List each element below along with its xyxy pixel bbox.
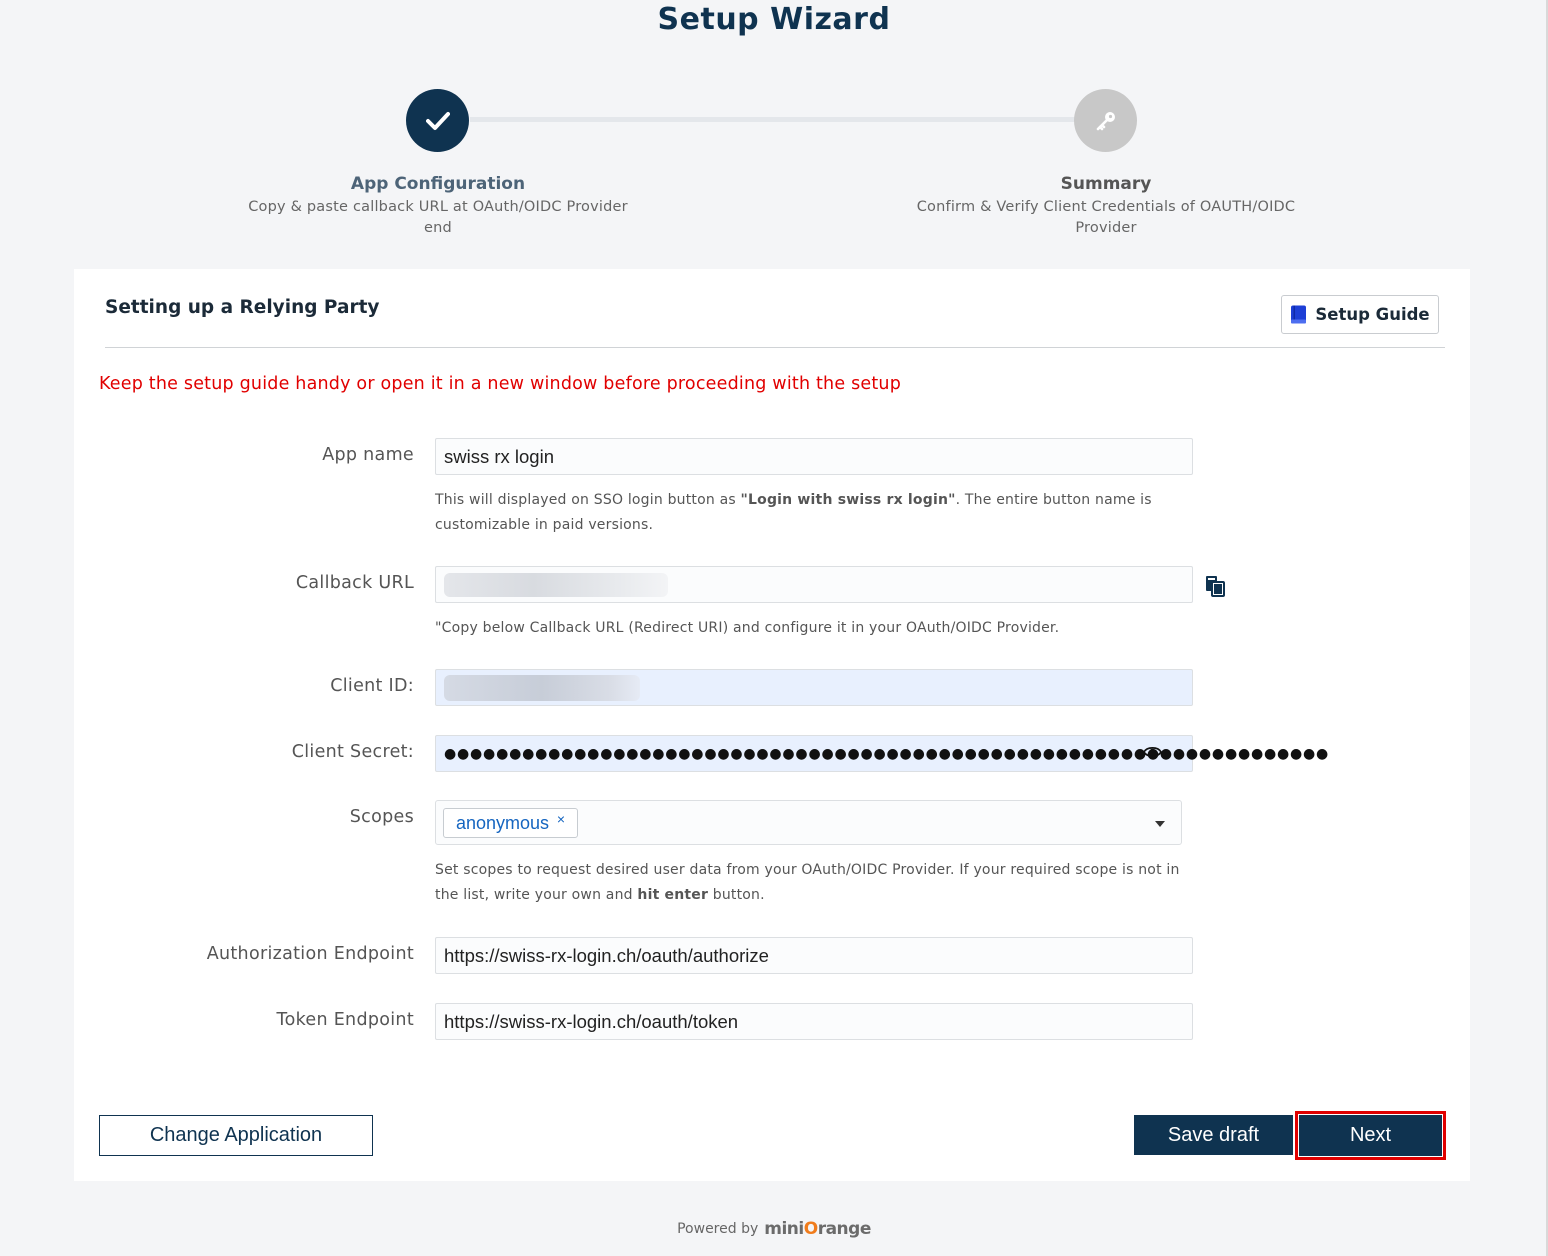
client-secret-input[interactable]: ●●●●●●●●●●●●●●●●●●●●●●●●●●●●●●●●●●●●●●●●… xyxy=(435,735,1328,772)
authorization-endpoint-label: Authorization Endpoint xyxy=(206,944,414,964)
app-name-value: swiss rx login xyxy=(444,445,554,467)
remove-scope-icon[interactable]: × xyxy=(557,811,565,827)
app-name-input[interactable]: swiss rx login xyxy=(435,438,1193,475)
step-2-description: Confirm & Verify Client Credentials of O… xyxy=(916,199,1296,236)
client-secret-masked: ●●●●●●●●●●●●●●●●●●●●●●●●●●●●●●●●●●●●●●●●… xyxy=(444,745,1330,762)
token-endpoint-value: https://swiss-rx-login.ch/oauth/token xyxy=(444,1010,739,1032)
next-button[interactable]: Next xyxy=(1299,1115,1442,1156)
app-name-help-bold: "Login with swiss rx login" xyxy=(740,492,956,508)
client-id-label: Client ID: xyxy=(330,676,414,696)
setup-warning: Keep the setup guide handy or open it in… xyxy=(99,374,902,394)
book-icon xyxy=(1291,305,1307,324)
card-divider xyxy=(105,347,1445,348)
copy-icon[interactable] xyxy=(1204,575,1226,597)
redacted-callback-url xyxy=(444,572,668,597)
relying-party-card: Setting up a Relying Party Setup Guide K… xyxy=(74,269,1470,1181)
eye-icon[interactable] xyxy=(1143,745,1162,759)
callback-url-input[interactable] xyxy=(435,566,1193,603)
client-secret-label: Client Secret: xyxy=(291,742,414,762)
authorization-endpoint-input[interactable]: https://swiss-rx-login.ch/oauth/authoriz… xyxy=(435,937,1193,974)
client-id-input[interactable] xyxy=(435,669,1193,706)
scopes-help-prefix: Set scopes to request desired user data … xyxy=(435,862,1180,903)
app-name-label: App name xyxy=(322,445,414,465)
step-2: Summary Confirm & Verify Client Credenti… xyxy=(906,174,1306,239)
authorization-endpoint-value: https://swiss-rx-login.ch/oauth/authoriz… xyxy=(444,944,769,966)
callback-url-help: "Copy below Callback URL (Redirect URI) … xyxy=(435,620,1060,636)
callback-url-label: Callback URL xyxy=(295,573,414,593)
token-endpoint-input[interactable]: https://swiss-rx-login.ch/oauth/token xyxy=(435,1003,1193,1040)
scopes-help-bold: hit enter xyxy=(637,887,709,903)
scope-tag-anonymous: anonymous × xyxy=(443,808,579,838)
step-2-indicator xyxy=(1074,89,1137,152)
scopes-select[interactable]: anonymous × xyxy=(435,800,1182,845)
token-endpoint-label: Token Endpoint xyxy=(276,1010,414,1030)
chevron-down-icon[interactable] xyxy=(1155,821,1165,827)
step-1-description: Copy & paste callback URL at OAuth/OIDC … xyxy=(248,199,628,236)
scope-tag-label: anonymous xyxy=(456,812,550,833)
setup-guide-label: Setup Guide xyxy=(1315,305,1430,324)
step-1-indicator xyxy=(406,89,469,152)
step-1-title: App Configuration xyxy=(350,174,526,194)
footer: Powered by miniOrange xyxy=(0,1219,1548,1239)
app-name-help-prefix: This will displayed on SSO login button … xyxy=(435,492,741,508)
card-heading: Setting up a Relying Party xyxy=(105,297,380,318)
scopes-help-suffix: button. xyxy=(708,887,765,903)
save-draft-button[interactable]: Save draft xyxy=(1134,1115,1293,1155)
brand-o: O xyxy=(803,1219,818,1239)
brand-prefix: mini xyxy=(764,1219,804,1239)
brand-suffix: range xyxy=(817,1219,872,1239)
wizard-progress-line xyxy=(470,117,1076,122)
redacted-client-id xyxy=(444,674,640,701)
step-1: App Configuration Copy & paste callback … xyxy=(238,174,638,239)
powered-by-text: Powered by xyxy=(677,1221,759,1237)
change-application-button[interactable]: Change Application xyxy=(99,1115,373,1156)
scopes-label: Scopes xyxy=(349,807,414,827)
key-icon xyxy=(1096,111,1115,130)
scopes-help: Set scopes to request desired user data … xyxy=(435,858,1205,908)
app-name-help: This will displayed on SSO login button … xyxy=(435,488,1205,538)
check-icon xyxy=(425,111,450,130)
step-2-title: Summary xyxy=(1060,174,1152,194)
wizard-title: Setup Wizard xyxy=(657,2,891,37)
setup-guide-button[interactable]: Setup Guide xyxy=(1281,295,1439,334)
miniorange-logo: miniOrange xyxy=(764,1219,871,1239)
